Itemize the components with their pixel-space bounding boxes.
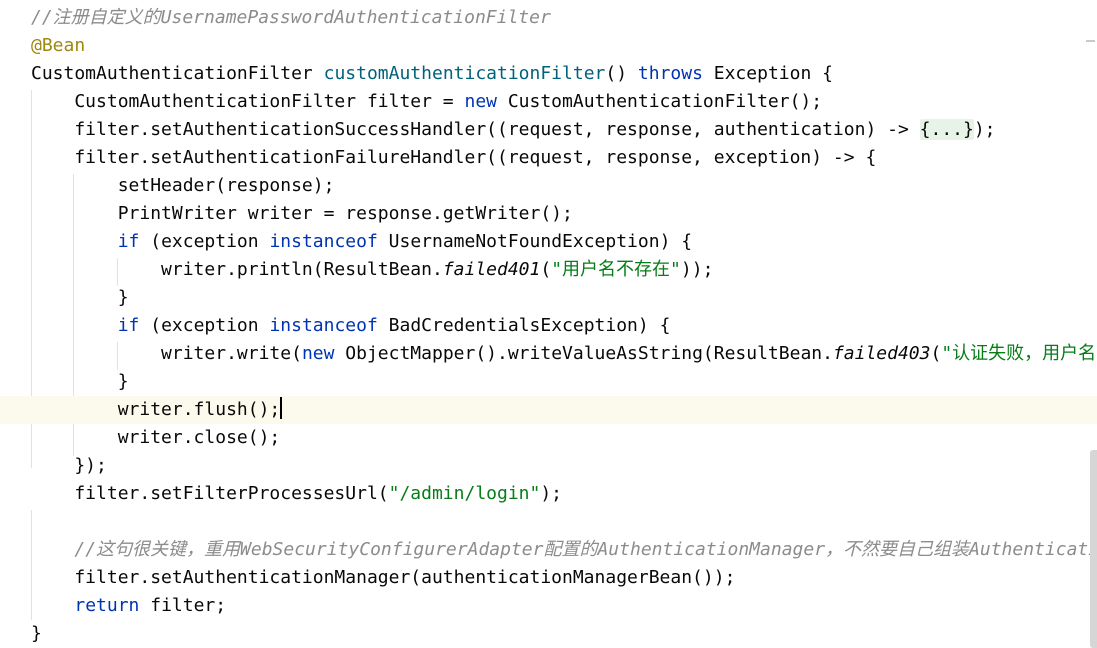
code-token: BadCredentialsException) {	[377, 315, 671, 336]
code-line[interactable]: //这句很关键，重用WebSecurityConfigurerAdapter配置…	[0, 536, 1097, 564]
code-token: failed401	[442, 259, 541, 280]
code-keyword: return	[74, 595, 140, 616]
code-line[interactable]: //注册自定义的UsernamePasswordAuthenticationFi…	[0, 4, 1097, 32]
code-line[interactable]: writer.close();	[0, 424, 1097, 452]
code-line[interactable]: PrintWriter writer = response.getWriter(…	[0, 200, 1097, 228]
code-keyword: instanceof	[269, 315, 378, 336]
code-token: writer.flush();	[31, 399, 281, 420]
code-line[interactable]: });	[0, 452, 1097, 480]
code-line[interactable]: CustomAuthenticationFilter customAuthent…	[0, 60, 1097, 88]
code-token: CustomAuthenticationFilter	[31, 63, 324, 84]
code-token: });	[31, 455, 107, 476]
code-token: customAuthenticationFilter	[323, 63, 606, 84]
code-line[interactable]: CustomAuthenticationFilter filter = new …	[0, 88, 1097, 116]
folded-code-region[interactable]: {...}	[919, 119, 974, 140]
fold-marker[interactable]	[1086, 40, 1095, 42]
code-token: CustomAuthenticationFilter filter =	[31, 91, 465, 112]
code-token: }	[31, 623, 42, 644]
code-comment: //这句很关键，重用WebSecurityConfigurerAdapter配置…	[74, 539, 1097, 560]
code-token: @Bean	[31, 35, 86, 56]
code-string: "/admin/login"	[388, 483, 541, 504]
code-line[interactable]: if (exception instanceof UsernameNotFoun…	[0, 228, 1097, 256]
text-caret	[280, 397, 283, 419]
code-token: );	[973, 119, 996, 140]
code-token: }	[31, 287, 129, 308]
code-line[interactable]: }	[0, 620, 1097, 648]
code-token: CustomAuthenticationFilter();	[497, 91, 823, 112]
code-keyword: throws	[637, 63, 703, 84]
code-line[interactable]: filter.setAuthenticationFailureHandler((…	[0, 144, 1097, 172]
code-line[interactable]: filter.setAuthenticationSuccessHandler((…	[0, 116, 1097, 144]
code-line[interactable]: }	[0, 284, 1097, 312]
code-token: (	[540, 259, 552, 280]
code-token: );	[540, 483, 563, 504]
vertical-scrollbar[interactable]	[1090, 450, 1097, 648]
code-keyword: instanceof	[269, 231, 378, 252]
code-comment: //注册自定义的UsernamePasswordAuthenticationFi…	[31, 7, 551, 28]
code-string: "用户名不存在"	[551, 259, 681, 280]
code-line[interactable]	[0, 508, 1097, 536]
code-token: filter.setFilterProcessesUrl(	[31, 483, 389, 504]
code-token: (exception	[139, 231, 270, 252]
code-editor[interactable]: //注册自定义的UsernamePasswordAuthenticationFi…	[0, 0, 1097, 648]
code-token: filter.setAuthenticationManager(authenti…	[31, 567, 736, 588]
code-token: filter.setAuthenticationFailureHandler((…	[31, 147, 877, 168]
code-line[interactable]: setHeader(response);	[0, 172, 1097, 200]
code-token: writer.println(ResultBean.	[31, 259, 443, 280]
code-line[interactable]: filter.setFilterProcessesUrl("/admin/log…	[0, 480, 1097, 508]
code-token: (	[930, 343, 942, 364]
code-token: }	[31, 371, 129, 392]
code-token: failed403	[832, 343, 931, 364]
code-line[interactable]: filter.setAuthenticationManager(authenti…	[0, 564, 1097, 592]
code-token: Exception {	[702, 63, 833, 84]
code-line[interactable]: @Bean	[0, 32, 1097, 60]
code-token: PrintWriter writer = response.getWriter(…	[31, 203, 573, 224]
code-line[interactable]: if (exception instanceof BadCredentialsE…	[0, 312, 1097, 340]
code-keyword: if	[117, 231, 140, 252]
code-token: setHeader(response);	[31, 175, 335, 196]
code-token: writer.write(	[31, 343, 302, 364]
code-line[interactable]: writer.write(new ObjectMapper().writeVal…	[0, 340, 1097, 368]
code-token: ));	[680, 259, 714, 280]
code-line[interactable]: writer.flush();	[0, 396, 1097, 424]
code-line[interactable]: writer.println(ResultBean.failed401("用户名…	[0, 256, 1097, 284]
code-keyword: if	[117, 315, 140, 336]
code-token: ObjectMapper().writeValueAsString(Result…	[334, 343, 833, 364]
code-token: filter;	[139, 595, 227, 616]
code-line[interactable]: return filter;	[0, 592, 1097, 620]
code-token: UsernameNotFoundException) {	[377, 231, 693, 252]
code-keyword: new	[301, 343, 335, 364]
code-token: filter.setAuthenticationSuccessHandler((…	[31, 119, 920, 140]
code-string: "认证失败，用户名	[941, 343, 1097, 364]
code-line[interactable]: }	[0, 368, 1097, 396]
code-token: ()	[605, 63, 638, 84]
code-token: writer.close();	[31, 427, 281, 448]
code-keyword: new	[464, 91, 497, 112]
code-token: (exception	[139, 315, 270, 336]
